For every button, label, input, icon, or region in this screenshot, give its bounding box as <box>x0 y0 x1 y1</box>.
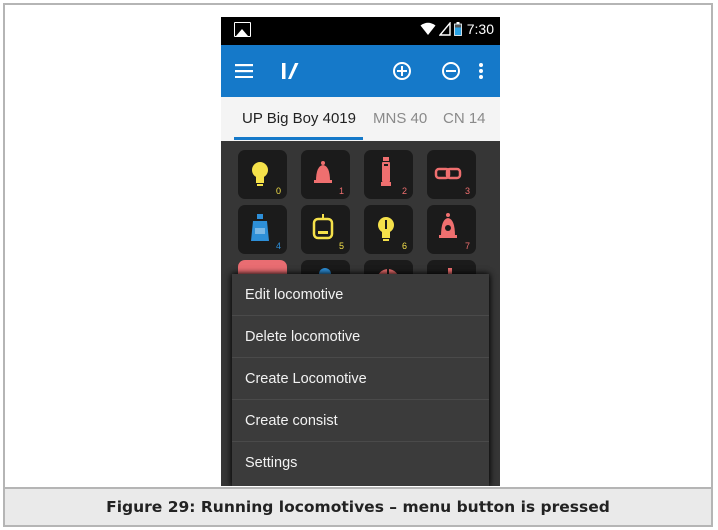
signal-icon <box>438 22 451 36</box>
minus-circle-icon[interactable] <box>438 45 464 97</box>
locomotive-tabs: UP Big Boy 4019 MNS 40 CN 14 <box>221 97 500 142</box>
function-button-5[interactable]: 5 <box>301 205 350 254</box>
function-button-7[interactable]: 7 <box>427 205 476 254</box>
figure-caption: Figure 29: Running locomotives – menu bu… <box>3 489 713 527</box>
function-button-3[interactable]: 3 <box>427 150 476 199</box>
function-number: 1 <box>338 186 344 196</box>
active-tab-indicator <box>234 137 363 140</box>
phone-screen: 7:30 UP Big Boy 4019 MNS 40 CN 14 0 1 2 … <box>221 17 500 486</box>
status-bar: 7:30 <box>221 17 500 45</box>
function-number: 6 <box>401 241 407 251</box>
function-button-1[interactable]: 1 <box>301 150 350 199</box>
overflow-menu: Edit locomotive Delete locomotive Create… <box>232 274 489 486</box>
function-number: 2 <box>401 186 407 196</box>
menu-item-delete-locomotive[interactable]: Delete locomotive <box>232 316 489 358</box>
function-number: 5 <box>338 241 344 251</box>
function-number: 0 <box>275 186 281 196</box>
wifi-icon <box>420 22 436 35</box>
function-button-4[interactable]: 4 <box>238 205 287 254</box>
menu-item-create-locomotive[interactable]: Create Locomotive <box>232 358 489 400</box>
function-button-6[interactable]: 6 <box>364 205 413 254</box>
function-button-0[interactable]: 0 <box>238 150 287 199</box>
function-number: 7 <box>464 241 470 251</box>
function-number: 3 <box>464 186 470 196</box>
menu-item-create-consist[interactable]: Create consist <box>232 400 489 442</box>
status-time: 7:30 <box>466 21 494 37</box>
tab-mns-40[interactable]: MNS 40 <box>373 97 427 141</box>
plus-circle-icon[interactable] <box>389 45 415 97</box>
action-bar <box>221 45 500 97</box>
throttle-logo-icon <box>279 45 301 97</box>
more-vert-icon[interactable] <box>473 45 489 97</box>
image-notification-icon <box>234 22 251 37</box>
function-button-2[interactable]: 2 <box>364 150 413 199</box>
caption-text: Figure 29: Running locomotives – menu bu… <box>106 498 610 516</box>
function-grid: 0 1 2 3 4 5 6 7 Edit locomotive Delete l… <box>221 141 500 486</box>
function-number: 4 <box>275 241 281 251</box>
menu-item-settings[interactable]: Settings <box>232 442 489 484</box>
tab-cn-14[interactable]: CN 14 <box>443 97 486 141</box>
hamburger-icon[interactable] <box>231 45 257 97</box>
battery-icon <box>453 22 462 36</box>
tab-up-big-boy-4019[interactable]: UP Big Boy 4019 <box>242 97 356 141</box>
menu-item-edit-locomotive[interactable]: Edit locomotive <box>232 274 489 316</box>
